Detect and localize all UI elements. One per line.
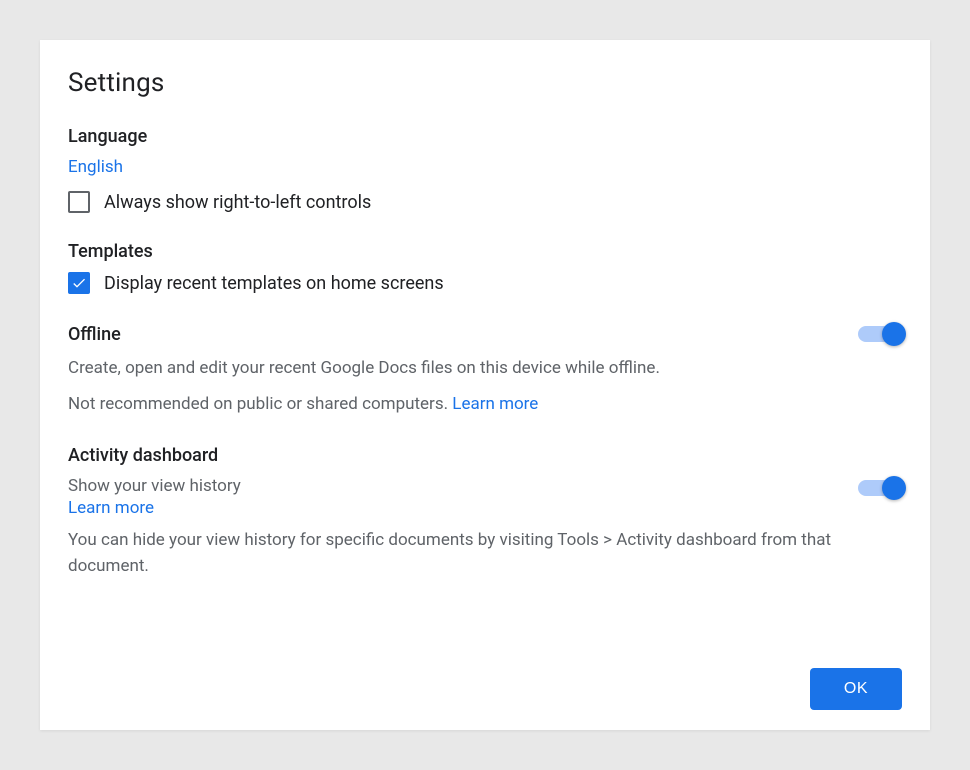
activity-toggle[interactable]: [858, 476, 902, 500]
offline-toggle[interactable]: [858, 322, 902, 346]
language-header: Language: [68, 126, 902, 147]
activity-sub-label: Show your view history: [68, 476, 838, 496]
toggle-thumb: [882, 476, 906, 500]
offline-section: Offline Create, open and edit your recen…: [68, 322, 902, 417]
check-icon: [71, 275, 87, 291]
rtl-checkbox-row: Always show right-to-left controls: [68, 191, 902, 213]
rtl-checkbox[interactable]: [68, 191, 90, 213]
language-section: Language English Always show right-to-le…: [68, 126, 902, 213]
settings-dialog: Settings Language English Always show ri…: [40, 40, 930, 730]
ok-button[interactable]: OK: [810, 668, 902, 710]
templates-checkbox-label: Display recent templates on home screens: [104, 273, 444, 294]
activity-toggle-row: Show your view history Learn more: [68, 476, 902, 518]
activity-section: Activity dashboard Show your view histor…: [68, 445, 902, 579]
templates-checkbox-row: Display recent templates on home screens: [68, 272, 902, 294]
offline-description-2-text: Not recommended on public or shared comp…: [68, 394, 452, 414]
offline-header-row: Offline: [68, 322, 902, 346]
language-link[interactable]: English: [68, 157, 123, 177]
offline-header: Offline: [68, 324, 121, 345]
offline-learn-more-link[interactable]: Learn more: [452, 394, 538, 414]
templates-header: Templates: [68, 241, 902, 262]
toggle-thumb: [882, 322, 906, 346]
button-row: OK: [68, 648, 902, 710]
templates-checkbox[interactable]: [68, 272, 90, 294]
activity-header: Activity dashboard: [68, 445, 902, 466]
offline-description-1: Create, open and edit your recent Google…: [68, 356, 902, 382]
activity-toggle-content: Show your view history Learn more: [68, 476, 838, 518]
rtl-checkbox-label: Always show right-to-left controls: [104, 192, 371, 213]
activity-description: You can hide your view history for speci…: [68, 528, 902, 579]
dialog-title: Settings: [68, 68, 902, 98]
offline-description-2: Not recommended on public or shared comp…: [68, 392, 902, 418]
activity-learn-more-link[interactable]: Learn more: [68, 498, 154, 518]
templates-section: Templates Display recent templates on ho…: [68, 241, 902, 294]
